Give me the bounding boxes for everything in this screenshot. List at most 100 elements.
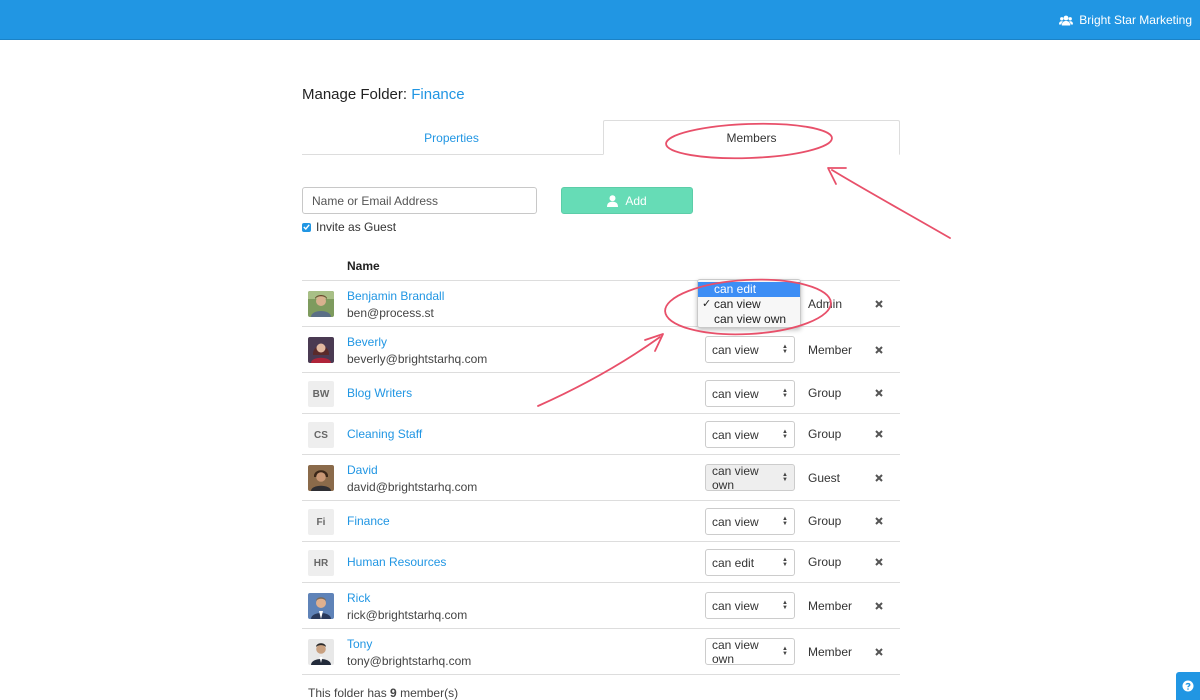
permission-select[interactable]: can edit ▲ ▼: [705, 549, 795, 576]
member-role: Group: [808, 386, 842, 400]
permission-dropdown: can edit ✓ can view can view own: [697, 279, 801, 328]
member-role: Guest: [808, 471, 841, 485]
remove-member-icon[interactable]: [872, 343, 886, 357]
member-name[interactable]: Blog Writers: [347, 386, 412, 400]
member-role: Member: [808, 343, 853, 357]
add-button-label: Add: [625, 193, 647, 208]
permission-value: can view: [712, 598, 759, 613]
remove-member-icon[interactable]: [872, 555, 886, 569]
page-title: Manage Folder: Finance: [302, 86, 465, 103]
select-arrows-icon: ▲ ▼: [782, 599, 788, 611]
permission-value: can view own: [712, 463, 759, 492]
member-count-note: This folder has 9 member(s): [308, 686, 458, 700]
annotation-arrow-to-tab: [831, 169, 951, 239]
member-search-input[interactable]: [302, 187, 537, 214]
member-name[interactable]: Benjamin Brandall: [347, 289, 444, 303]
dropdown-option-label: can view own: [714, 312, 787, 326]
permission-select[interactable]: can view own ▲ ▼: [705, 463, 795, 492]
help-button[interactable]: [1176, 672, 1200, 700]
select-arrows-icon: ▲ ▼: [782, 428, 788, 440]
table-row: BW Blog Writers can view ▲ ▼ Group: [302, 373, 900, 414]
member-count: 9: [390, 686, 397, 700]
member-name[interactable]: Cleaning Staff: [347, 427, 422, 441]
member-role: Member: [808, 645, 853, 659]
member-email: tony@brightstarhq.com: [347, 654, 472, 668]
select-arrows-icon: ▲ ▼: [782, 556, 788, 568]
remove-member-icon[interactable]: [872, 599, 886, 613]
table-row: David david@brightstarhq.com can view ow…: [302, 455, 900, 501]
member-name[interactable]: Tony: [347, 637, 372, 651]
table-row: Rick rick@brightstarhq.com can view ▲ ▼ M…: [302, 583, 900, 629]
group-avatar: BW: [308, 381, 334, 407]
permission-select[interactable]: can view ▲ ▼: [705, 508, 795, 535]
member-name[interactable]: Beverly: [347, 335, 387, 349]
dropdown-option-can-view-own[interactable]: can view own: [698, 312, 800, 327]
member-email: david@brightstarhq.com: [347, 480, 478, 494]
permission-value: can view: [712, 342, 759, 357]
add-member-button[interactable]: Add: [561, 187, 693, 214]
checkmark-icon: [303, 224, 310, 230]
avatar: [308, 291, 334, 317]
annotation-arrowhead-tab: [827, 167, 847, 185]
table-row: Beverly beverly@brightstarhq.com can vie…: [302, 327, 900, 373]
member-name[interactable]: Rick: [347, 591, 370, 605]
dropdown-option-can-edit[interactable]: can edit: [698, 282, 800, 297]
name-column-header: Name: [347, 259, 380, 273]
member-email: beverly@brightstarhq.com: [347, 352, 488, 366]
member-name[interactable]: David: [347, 463, 378, 477]
invite-guest-checkbox[interactable]: [302, 222, 311, 232]
remove-member-icon[interactable]: [872, 386, 886, 400]
remove-member-icon[interactable]: [872, 471, 886, 485]
member-role: Member: [808, 599, 853, 613]
dropdown-option-label: can view: [714, 297, 761, 311]
tab-properties[interactable]: Properties: [302, 120, 601, 155]
dropdown-option-can-view[interactable]: ✓ can view: [698, 297, 800, 312]
table-header: Name: [302, 252, 900, 281]
member-name[interactable]: Human Resources: [347, 555, 446, 569]
permission-select[interactable]: can view ▲ ▼: [705, 421, 795, 448]
table-row: HR Human Resources can edit ▲ ▼ Group: [302, 542, 900, 583]
select-arrows-icon: ▲ ▼: [782, 645, 788, 657]
group-avatar: CS: [308, 422, 334, 448]
avatar: [308, 593, 334, 619]
member-email: rick@brightstarhq.com: [347, 608, 468, 622]
group-avatar: HR: [308, 550, 334, 576]
folder-name: Finance: [411, 86, 465, 103]
tab-members[interactable]: Members: [603, 120, 900, 155]
table-row: Fi Finance can view ▲ ▼ Group: [302, 501, 900, 542]
top-navbar: Bright Star Marketing: [0, 0, 1200, 40]
folder-tabs: Properties Members: [302, 120, 900, 155]
member-role: Group: [808, 555, 842, 569]
member-email: ben@process.st: [347, 306, 434, 320]
remove-member-icon[interactable]: [872, 645, 886, 659]
remove-member-icon[interactable]: [872, 514, 886, 528]
select-arrows-icon: ▲ ▼: [782, 515, 788, 527]
member-name[interactable]: Finance: [347, 514, 390, 528]
table-row: Tony tony@brightstarhq.com can view own …: [302, 629, 900, 675]
permission-value: can view: [712, 386, 759, 401]
members-table: Name Benjamin Brandall ben@process.st Ad…: [302, 252, 900, 675]
member-count-prefix: This folder has: [308, 686, 387, 700]
permission-select[interactable]: can view own ▲ ▼: [705, 637, 795, 666]
permission-value: can view own: [712, 637, 759, 666]
select-arrows-icon: ▲ ▼: [782, 387, 788, 399]
org-menu[interactable]: Bright Star Marketing: [1059, 0, 1192, 40]
table-row: Benjamin Brandall ben@process.st Admin: [302, 281, 900, 327]
question-icon: [1182, 680, 1194, 692]
permission-value: can view: [712, 427, 759, 442]
select-arrows-icon: ▲ ▼: [782, 343, 788, 355]
page-title-prefix: Manage Folder:: [302, 86, 408, 103]
permission-select[interactable]: can view ▲ ▼: [705, 336, 795, 363]
permission-select[interactable]: can view ▲ ▼: [705, 592, 795, 619]
invite-guest-label: Invite as Guest: [316, 220, 397, 234]
permission-select[interactable]: can view ▲ ▼: [705, 380, 795, 407]
avatar: [308, 465, 334, 491]
remove-member-icon[interactable]: [872, 427, 886, 441]
table-row: CS Cleaning Staff can view ▲ ▼ Group: [302, 414, 900, 455]
permission-value: can view: [712, 514, 759, 529]
member-role: Group: [808, 514, 842, 528]
avatar: [308, 337, 334, 363]
member-count-suffix: member(s): [400, 686, 459, 700]
remove-member-icon[interactable]: [872, 297, 886, 311]
dropdown-option-label: can edit: [714, 282, 757, 296]
